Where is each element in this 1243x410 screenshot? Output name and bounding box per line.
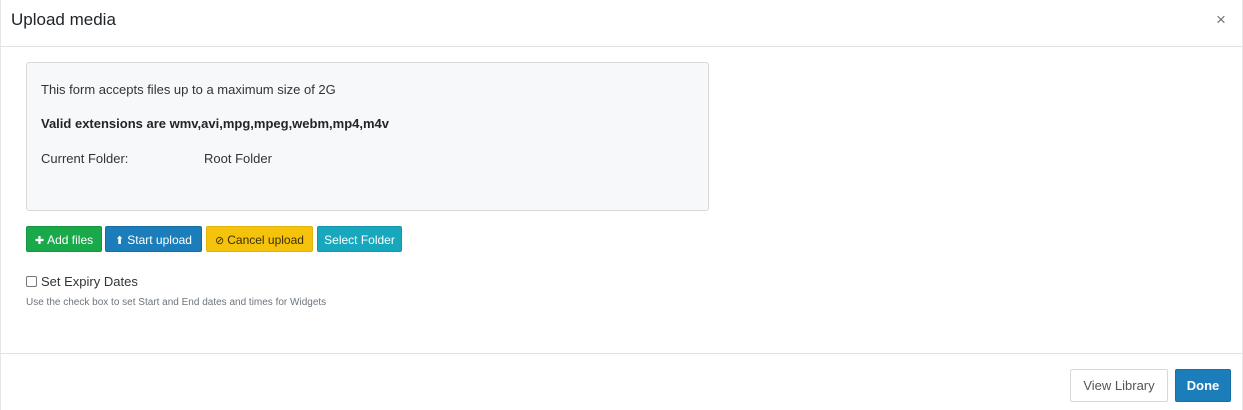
add-files-button[interactable]: ✚ Add files xyxy=(26,226,102,252)
cancel-upload-button[interactable]: ⊘ Cancel upload xyxy=(206,226,313,252)
valid-extensions-text: Valid extensions are wmv,avi,mpg,mpeg,we… xyxy=(41,116,389,131)
select-folder-button[interactable]: Select Folder xyxy=(317,226,402,252)
current-folder-label: Current Folder: xyxy=(41,151,129,166)
expiry-help-text: Use the check box to set Start and End d… xyxy=(26,297,327,308)
cancel-upload-label: Cancel upload xyxy=(227,233,304,247)
expiry-label: Set Expiry Dates xyxy=(41,274,138,289)
upload-info-panel: This form accepts files up to a maximum … xyxy=(26,62,709,211)
view-library-button[interactable]: View Library xyxy=(1070,369,1168,402)
done-button[interactable]: Done xyxy=(1175,369,1231,402)
modal-footer: View Library Done xyxy=(1,353,1242,410)
start-upload-label: Start upload xyxy=(127,233,192,247)
plus-icon: ✚ xyxy=(34,235,45,247)
start-upload-button[interactable]: ⬆ Start upload xyxy=(105,226,202,252)
upload-icon: ⬆ xyxy=(115,235,125,247)
modal-header: Upload media × xyxy=(1,0,1242,47)
ban-icon: ⊘ xyxy=(215,235,225,247)
upload-media-modal: Upload media × This form accepts files u… xyxy=(0,0,1243,410)
close-icon[interactable]: × xyxy=(1212,9,1230,31)
add-files-label: Add files xyxy=(47,233,94,247)
current-folder-value: Root Folder xyxy=(204,151,272,166)
expiry-checkbox-row[interactable]: Set Expiry Dates xyxy=(26,274,138,289)
expiry-checkbox[interactable] xyxy=(26,276,37,287)
modal-title: Upload media xyxy=(11,10,116,29)
max-size-text: This form accepts files up to a maximum … xyxy=(41,82,336,97)
